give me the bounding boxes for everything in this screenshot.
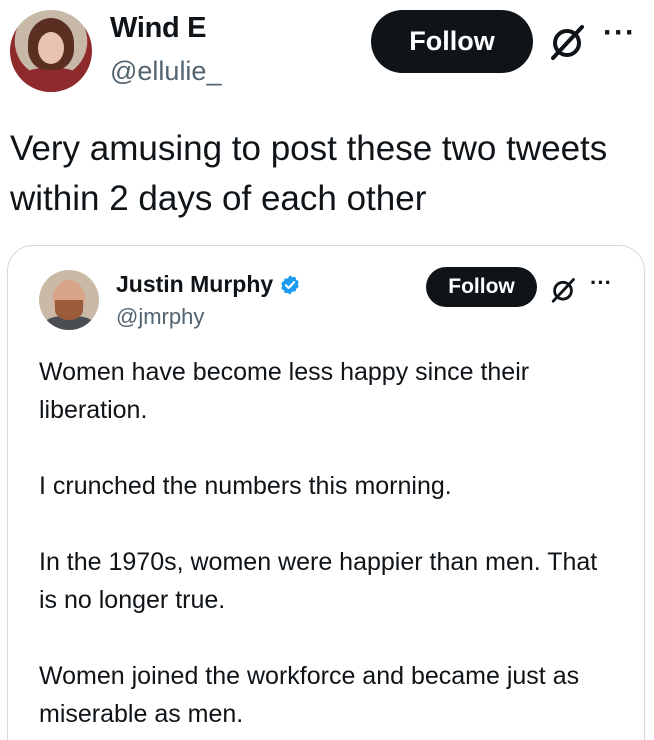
author-name[interactable]: Wind E bbox=[110, 12, 207, 45]
quote-follow-button[interactable]: Follow bbox=[426, 267, 537, 307]
more-icon[interactable]: ··· bbox=[590, 270, 612, 296]
more-icon[interactable]: ··· bbox=[603, 16, 636, 50]
quote-author-name[interactable]: Justin Murphy bbox=[116, 271, 301, 298]
follow-button[interactable]: Follow bbox=[371, 10, 533, 73]
quote-author-name-text: Justin Murphy bbox=[116, 271, 274, 297]
quote-paragraph: Women have become less happy since their… bbox=[39, 358, 530, 424]
quoted-tweet[interactable]: Justin Murphy @jmrphy Follow ··· Women h… bbox=[7, 245, 645, 740]
grok-slash-icon[interactable] bbox=[549, 276, 577, 304]
quote-author-handle[interactable]: @jmrphy bbox=[116, 304, 204, 330]
quote-avatar[interactable] bbox=[39, 270, 99, 330]
tweet-header: Wind E @ellulie_ Follow ··· bbox=[0, 0, 654, 100]
quote-paragraph: I crunched the numbers this morning. bbox=[39, 472, 452, 500]
quote-paragraph: In the 1970s, women were happier than me… bbox=[39, 548, 598, 614]
avatar[interactable] bbox=[10, 10, 92, 92]
tweet-text: Very amusing to post these two tweets wi… bbox=[10, 129, 608, 218]
verified-badge-icon bbox=[281, 274, 299, 295]
author-handle[interactable]: @ellulie_ bbox=[110, 56, 221, 87]
grok-slash-icon[interactable] bbox=[547, 22, 587, 62]
quote-paragraph: Women joined the workforce and became ju… bbox=[39, 662, 580, 728]
quote-text: Women have become less happy since their… bbox=[39, 353, 619, 740]
